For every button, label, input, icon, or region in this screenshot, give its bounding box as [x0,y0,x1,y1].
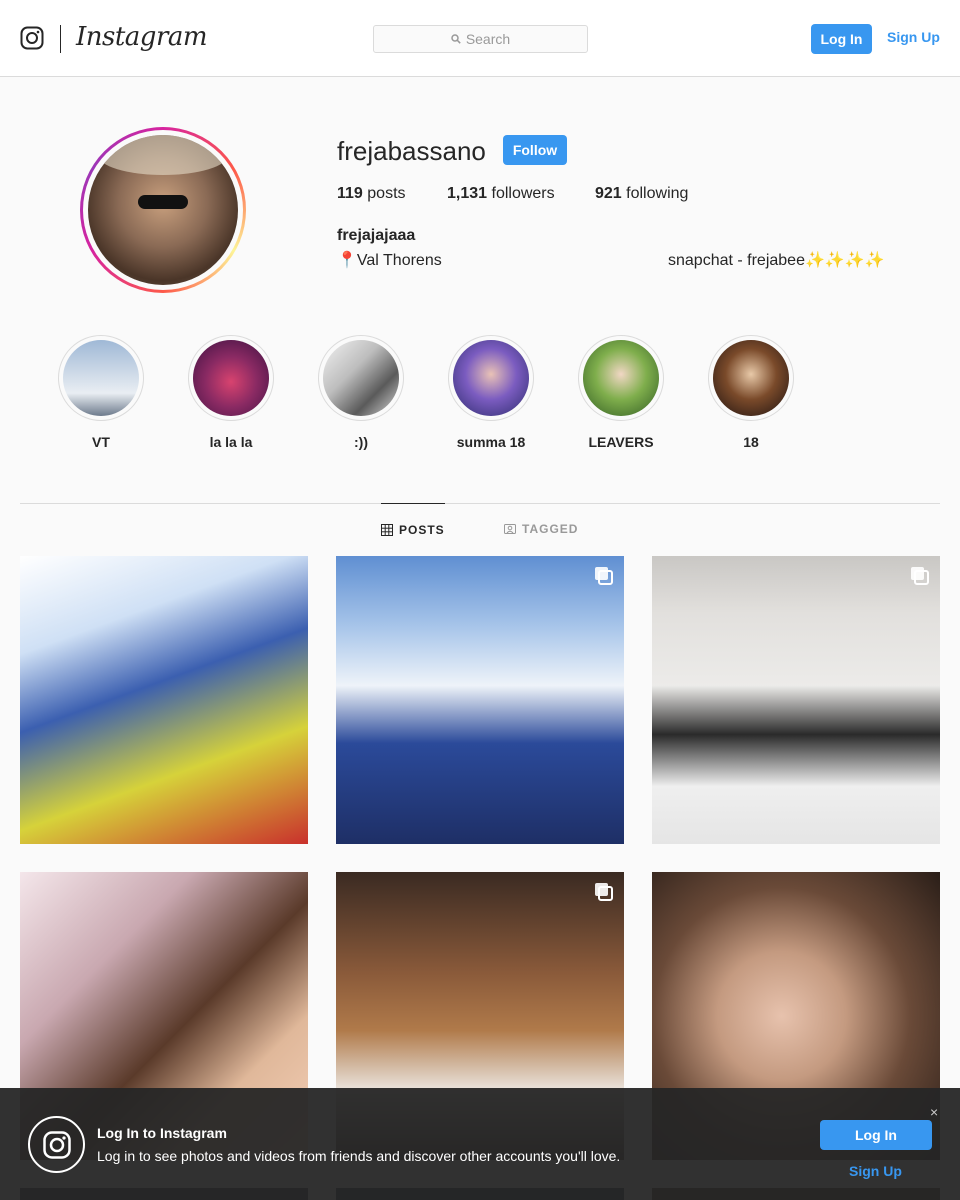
login-button[interactable]: Log In [811,24,872,54]
banner-signup-link[interactable]: Sign Up [849,1163,902,1179]
highlight-vt[interactable]: VT [58,335,144,450]
top-navbar: Instagram Search Log In Sign Up [0,0,960,77]
tab-tagged[interactable]: TAGGED [504,503,578,555]
login-banner [0,1088,960,1200]
grid-icon [381,523,393,536]
avatar-photo [88,135,238,285]
highlight-ring [448,335,534,421]
highlight-label: summa 18 [456,434,526,450]
highlight-smiley[interactable]: :)) [318,335,404,450]
tabs-divider [20,503,940,504]
banner-login-button[interactable]: Log In [820,1120,932,1150]
highlight-label: la la la [209,434,253,450]
following-label: following [626,185,689,202]
instagram-glyph-icon [42,1130,71,1159]
highlight-cover [193,340,269,416]
highlight-ring [708,335,794,421]
posts-label: posts [367,185,406,202]
close-icon[interactable]: × [930,1104,938,1120]
highlight-cover [323,340,399,416]
highlight-cover [713,340,789,416]
banner-title: Log In to Instagram [97,1125,227,1141]
highlight-cover [63,340,139,416]
post-tile[interactable] [20,556,308,844]
tab-posts-label: POSTS [399,522,445,537]
highlight-label: LEAVERS [588,434,654,450]
following-stat[interactable]: 921 following [595,185,688,203]
bio-snapchat: snapchat - frejabee✨✨✨✨ [668,252,885,269]
posts-count-stat: 119 posts [337,185,406,203]
highlight-label: 18 [743,434,759,450]
banner-text: Log in to see photos and videos from fri… [97,1148,621,1164]
follow-button[interactable]: Follow [503,135,567,165]
highlight-cover [453,340,529,416]
highlight-ring [188,335,274,421]
multiple-photos-icon [595,883,613,901]
tagged-icon [504,524,516,534]
signup-link[interactable]: Sign Up [887,29,940,45]
highlight-label: :)) [354,434,368,450]
search-placeholder: Search [465,31,511,47]
instagram-glyph-icon[interactable] [20,26,44,50]
post-tile[interactable] [652,556,940,844]
highlight-leavers[interactable]: LEAVERS [578,335,664,450]
instagram-wordmark[interactable]: Instagram [76,22,208,52]
pin-icon: 📍 [337,252,357,269]
followers-label: followers [491,185,555,202]
highlight-cover [583,340,659,416]
multiple-photos-icon [595,567,613,585]
multiple-photos-icon [911,567,929,585]
bio-location: 📍Val Thorens [337,250,442,270]
post-tile[interactable] [336,556,624,844]
highlight-la-la-la[interactable]: la la la [188,335,274,450]
highlight-summa-18[interactable]: summa 18 [448,335,534,450]
profile-avatar[interactable] [80,127,246,293]
highlight-ring [318,335,404,421]
highlight-label: VT [92,434,110,450]
profile-username: frejabassano [337,136,486,166]
followers-stat[interactable]: 1,131 followers [447,185,555,203]
highlight-ring [58,335,144,421]
highlight-ring [578,335,664,421]
profile-full-name: frejajajaaa [337,227,416,244]
highlight-18[interactable]: 18 [708,335,794,450]
header-divider [60,25,61,53]
posts-count: 119 [337,185,363,202]
followers-count: 1,131 [447,185,488,202]
banner-instagram-logo [28,1116,85,1173]
avatar-border [83,130,243,290]
tab-tagged-label: TAGGED [522,522,579,536]
tab-posts[interactable]: POSTS [381,503,445,555]
bio-location-text: Val Thorens [356,252,442,269]
search-input[interactable]: Search [373,25,588,53]
following-count: 921 [595,185,622,202]
search-icon [451,34,461,44]
